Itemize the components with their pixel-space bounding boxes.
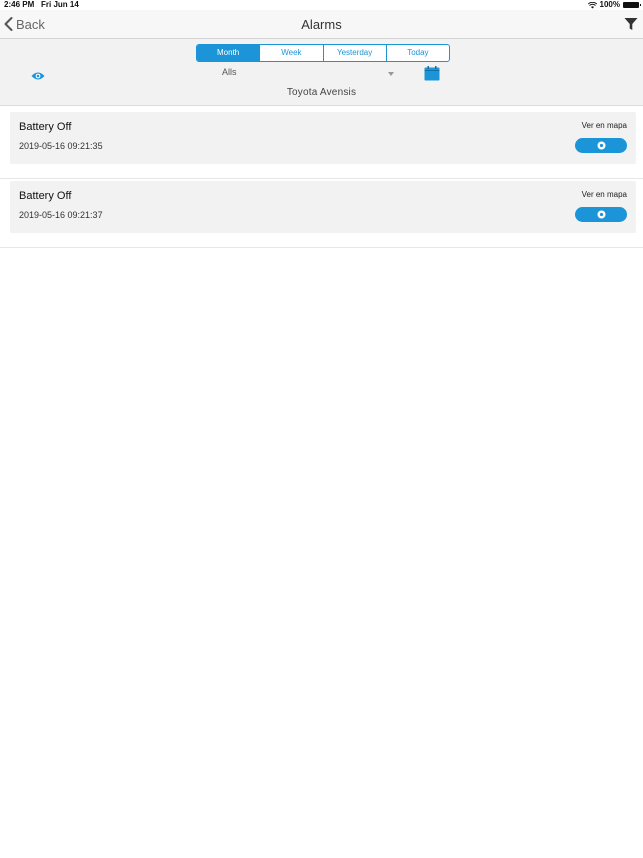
alarm-card: Battery Off 2019-05-16 09:21:37 Ver en m… <box>10 181 636 233</box>
status-bar: 2:46 PM Fri Jun 14 100% <box>0 0 643 10</box>
alarm-title: Battery Off <box>19 190 72 202</box>
map-label: Ver en mapa <box>581 190 627 199</box>
list-item: Battery Off 2019-05-16 09:21:35 Ver en m… <box>0 110 643 179</box>
alarm-timestamp: 2019-05-16 09:21:35 <box>19 141 103 151</box>
alarm-title: Battery Off <box>19 121 72 133</box>
calendar-icon <box>424 66 440 81</box>
page-title: Alarms <box>301 17 342 32</box>
vehicle-name: Toyota Avensis <box>286 87 357 98</box>
view-on-map-button[interactable] <box>575 138 627 153</box>
location-icon <box>597 141 605 150</box>
battery-icon <box>623 2 641 8</box>
alarm-timestamp: 2019-05-16 09:21:37 <box>19 210 103 220</box>
eye-icon <box>31 72 45 80</box>
alarm-list: Battery Off 2019-05-16 09:21:35 Ver en m… <box>0 110 643 248</box>
tab-week[interactable]: Week <box>260 45 324 61</box>
tab-yesterday[interactable]: Yesterday <box>324 45 387 61</box>
calendar-button[interactable] <box>424 66 440 81</box>
status-right: 100% <box>587 0 641 10</box>
eye-button[interactable] <box>31 68 45 80</box>
view-on-map-button[interactable] <box>575 207 627 222</box>
wifi-icon <box>587 1 597 8</box>
filter-icon <box>624 18 638 30</box>
period-segmented-control: Month Week Yesterday Today <box>196 44 450 62</box>
caret-down-icon <box>388 72 394 76</box>
tab-month[interactable]: Month <box>197 45 261 61</box>
tab-today[interactable]: Today <box>387 45 449 61</box>
battery-percent: 100% <box>599 0 620 9</box>
filter-button[interactable] <box>624 17 638 31</box>
status-date: Fri Jun 14 <box>41 0 79 9</box>
alarm-card: Battery Off 2019-05-16 09:21:35 Ver en m… <box>10 112 636 164</box>
list-item: Battery Off 2019-05-16 09:21:37 Ver en m… <box>0 179 643 248</box>
location-icon <box>597 210 605 219</box>
map-label: Ver en mapa <box>581 121 627 130</box>
status-time: 2:46 PM <box>4 0 35 9</box>
alarm-type-value: Alls <box>222 67 237 77</box>
filter-panel: Month Week Yesterday Today Alls Toyota A… <box>0 39 643 106</box>
navigation-bar: Back Alarms <box>0 10 643 39</box>
alarm-type-select[interactable]: Alls <box>214 65 400 81</box>
